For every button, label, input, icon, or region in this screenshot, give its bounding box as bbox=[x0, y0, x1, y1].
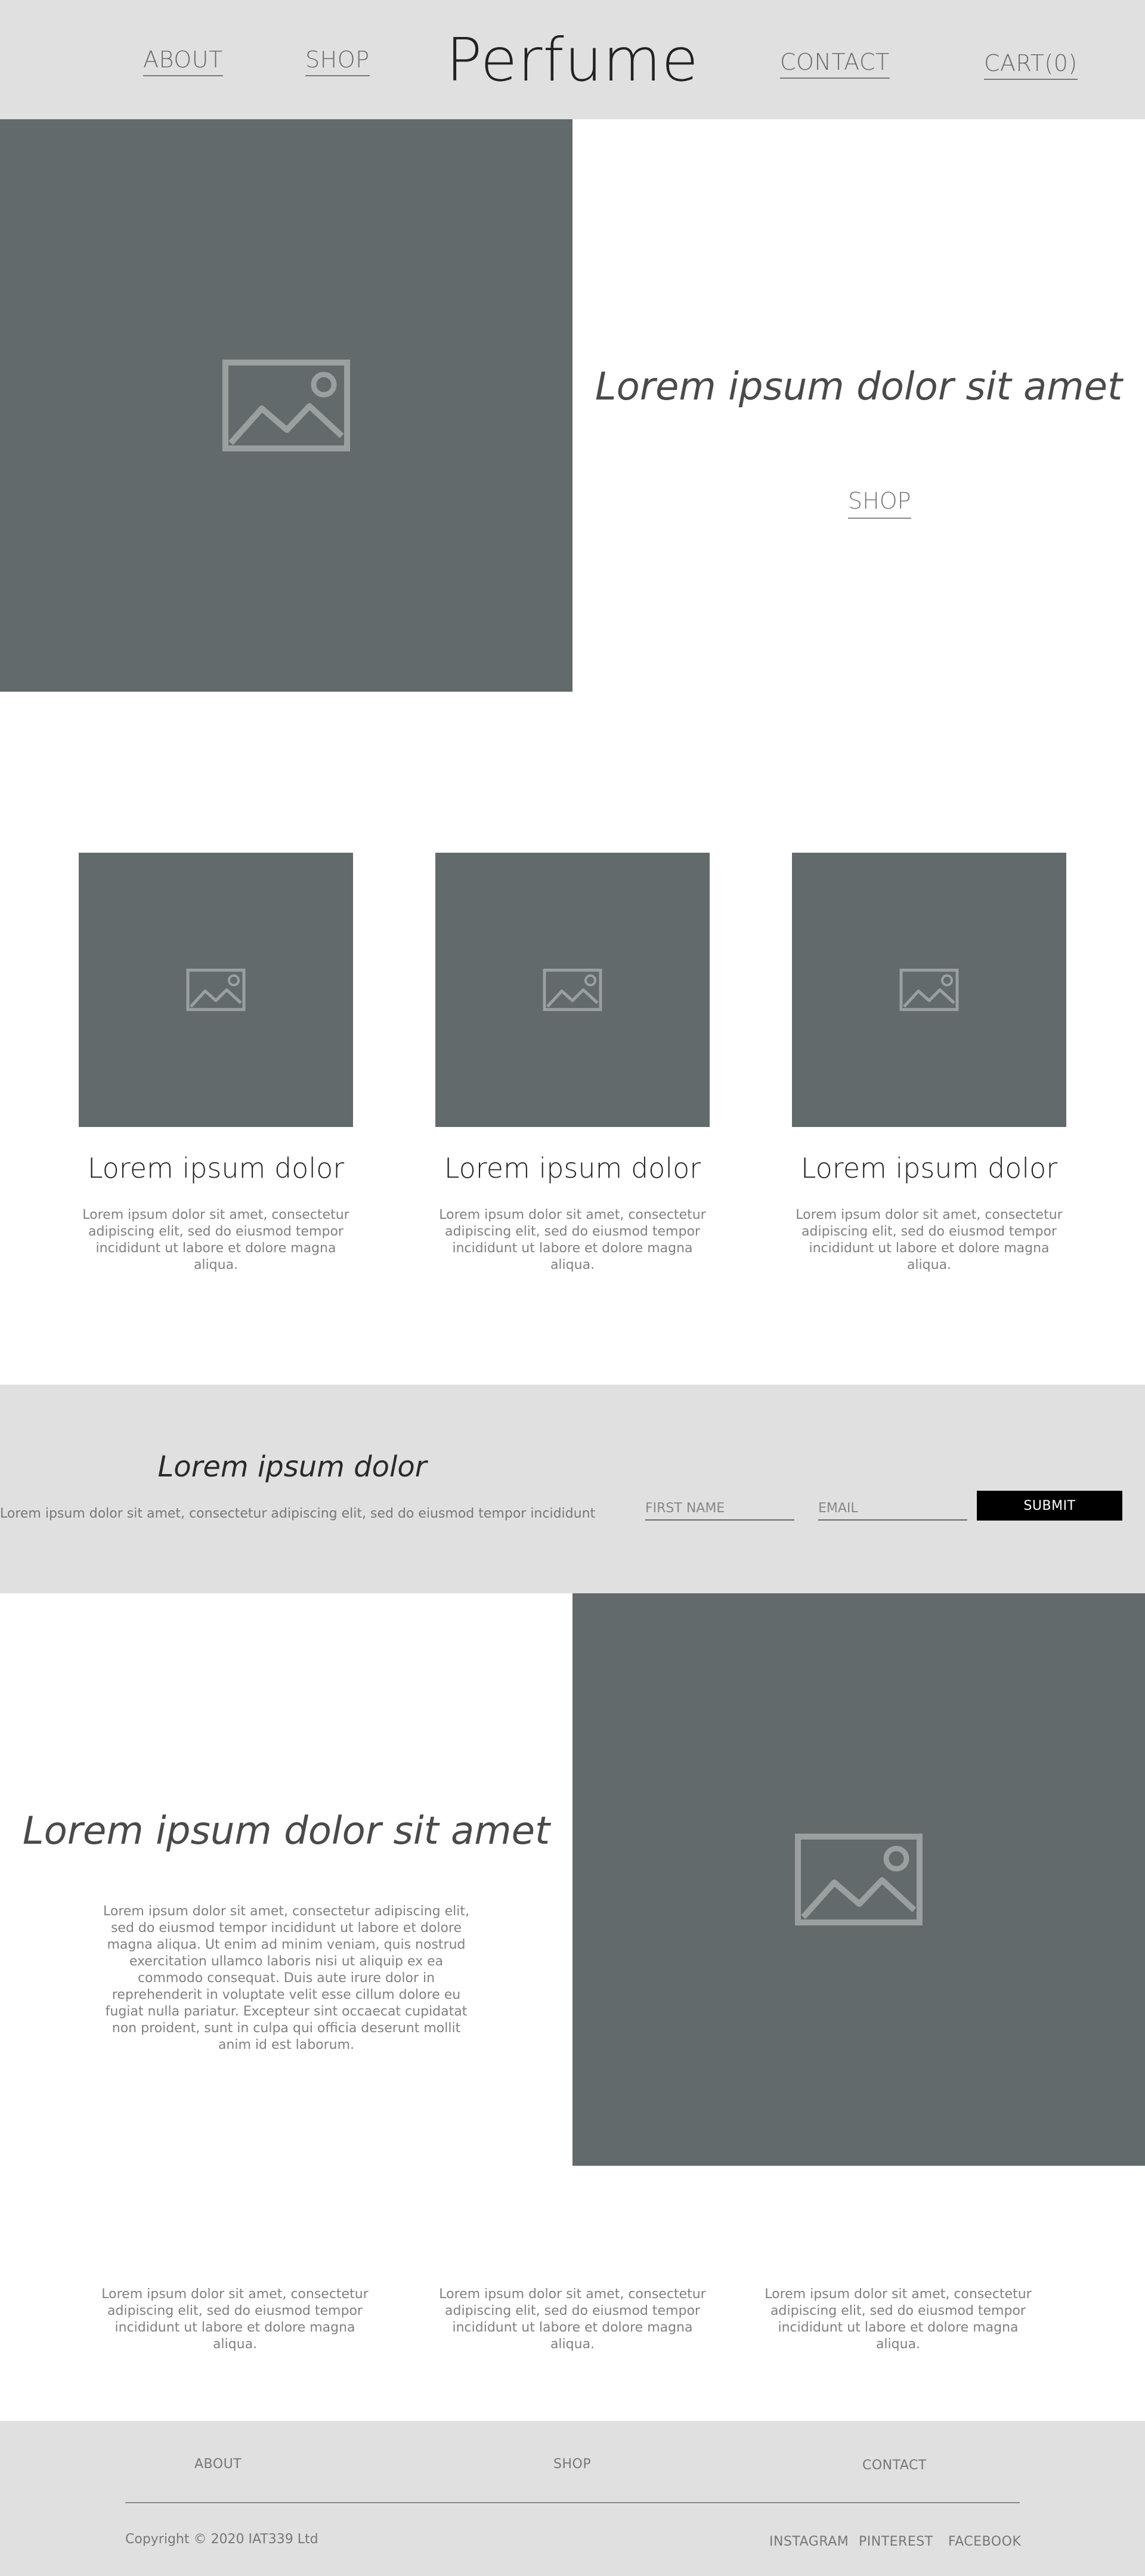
email-field[interactable] bbox=[818, 1491, 967, 1521]
first-name-field[interactable] bbox=[645, 1491, 794, 1521]
image-placeholder-icon bbox=[186, 968, 246, 1011]
feature-text: Lorem ipsum dolor sit amet, consectetur … bbox=[103, 1904, 469, 2052]
product-description: Lorem ipsum dolor sit amet, consectetur … bbox=[82, 1208, 349, 1272]
footer-about-link[interactable]: ABOUT bbox=[194, 2457, 242, 2472]
info-column-text: Lorem ipsum dolor sit amet, consectetur … bbox=[765, 2287, 1032, 2352]
hero-shop-button[interactable]: SHOP bbox=[848, 488, 911, 519]
product-image[interactable] bbox=[792, 853, 1066, 1127]
feature-image bbox=[572, 1593, 1145, 2166]
product-image[interactable] bbox=[79, 853, 353, 1127]
footer-contact-link[interactable]: CONTACT bbox=[862, 2458, 927, 2473]
brand-logo[interactable]: Perfume bbox=[0, 25, 1145, 95]
image-placeholder-icon bbox=[543, 968, 602, 1011]
image-placeholder-icon bbox=[795, 1834, 923, 1925]
feature-title: Lorem ipsum dolor sit amet bbox=[22, 1809, 550, 1853]
hero-image bbox=[0, 119, 572, 692]
footer-instagram-link[interactable]: INSTAGRAM bbox=[769, 2534, 849, 2549]
submit-button[interactable]: SUBMIT bbox=[977, 1491, 1122, 1521]
site-footer bbox=[0, 2421, 1145, 2576]
footer-shop-link[interactable]: SHOP bbox=[553, 2457, 591, 2472]
image-placeholder-icon bbox=[899, 968, 959, 1011]
footer-facebook-link[interactable]: FACEBOOK bbox=[948, 2534, 1021, 2549]
hero-title: Lorem ipsum dolor sit amet bbox=[595, 365, 1123, 409]
info-column-text: Lorem ipsum dolor sit amet, consectetur … bbox=[439, 2287, 706, 2352]
product-description: Lorem ipsum dolor sit amet, consectetur … bbox=[439, 1208, 706, 1272]
nav-contact-link[interactable]: CONTACT bbox=[780, 49, 890, 79]
newsletter-title: Lorem ipsum dolor bbox=[157, 1450, 427, 1484]
image-placeholder-icon bbox=[222, 360, 350, 451]
product-description: Lorem ipsum dolor sit amet, consectetur … bbox=[796, 1208, 1063, 1272]
product-title[interactable]: Lorem ipsum dolor bbox=[435, 1152, 710, 1184]
product-image[interactable] bbox=[435, 853, 710, 1127]
nav-cart-link[interactable]: CART(0) bbox=[984, 50, 1078, 80]
product-title[interactable]: Lorem ipsum dolor bbox=[79, 1152, 353, 1184]
newsletter-text: Lorem ipsum dolor sit amet, consectetur … bbox=[0, 1506, 596, 1521]
product-title[interactable]: Lorem ipsum dolor bbox=[792, 1152, 1066, 1184]
footer-pinterest-link[interactable]: PINTEREST bbox=[859, 2534, 933, 2549]
info-column-text: Lorem ipsum dolor sit amet, consectetur … bbox=[101, 2287, 369, 2352]
copyright-text: Copyright © 2020 IAT339 Ltd bbox=[125, 2532, 318, 2547]
footer-divider bbox=[125, 2502, 1020, 2503]
newsletter-band bbox=[0, 1385, 1145, 1593]
